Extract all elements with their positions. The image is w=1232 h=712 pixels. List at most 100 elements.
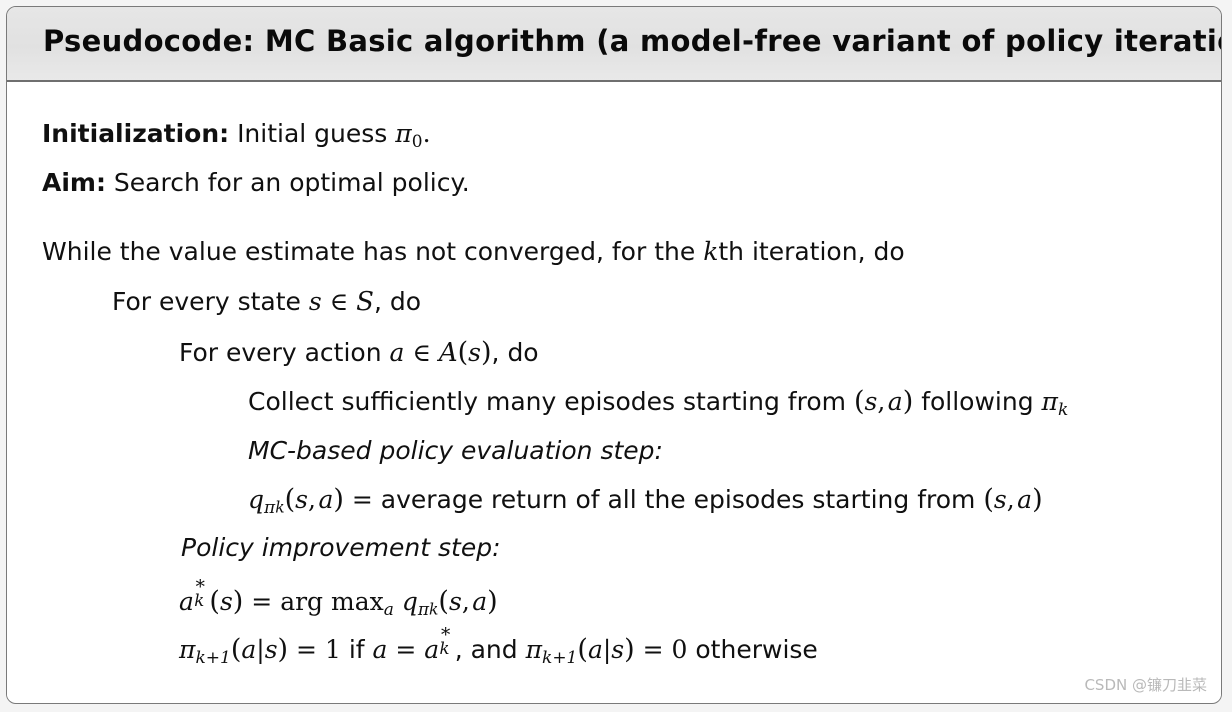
for-action-a-symbol: a	[389, 338, 405, 367]
astar-q-pi-subscript: π	[417, 599, 430, 620]
pi-next-if-keyword: if	[348, 635, 365, 664]
line-mc-eval-step: MC-based policy evaluation step:	[248, 438, 663, 463]
collect-prefix: Collect sufficiently many episodes start…	[248, 387, 846, 416]
pseudocode-body: Initialization: Initial guess π0. Aim: S…	[7, 82, 1221, 701]
astar-arg-s: s	[219, 587, 233, 616]
astar-q-arg-comma: ,	[461, 587, 470, 616]
collect-pair-s: s	[864, 387, 878, 416]
line-aim: Aim: Search for an optimal policy.	[42, 170, 470, 195]
pi-next-if-astar-a: a	[424, 635, 440, 664]
collect-suffix: following	[921, 387, 1034, 416]
pi-next2-subscript: k+1	[542, 647, 578, 668]
astar-equals-sign: =	[251, 587, 273, 616]
pi-next-paren-close: )	[277, 634, 289, 665]
pi-next2-paren-close: )	[624, 634, 635, 665]
collect-pair-a: a	[887, 387, 903, 416]
line-while: While the value estimate has not converg…	[42, 239, 905, 264]
pi-next-symbol: π	[179, 635, 196, 664]
initialization-period: .	[422, 119, 431, 148]
astar-argmax-subscript: a	[383, 599, 394, 620]
watermark: CSDN @镰刀韭菜	[1084, 676, 1207, 694]
pseudocode-header: Pseudocode: MC Basic algorithm (a model-…	[7, 7, 1221, 82]
astar-paren-open: (	[209, 586, 220, 617]
pi-next2-paren-open: (	[577, 634, 588, 665]
line-collect-episodes: Collect sufficiently many episodes start…	[248, 388, 1068, 419]
pi-next-if-astar-group: ∗ k	[439, 622, 455, 658]
astar-paren-close: )	[232, 586, 244, 617]
pi-next2-value-zero: 0	[671, 635, 688, 664]
astar-q-pi-subscript-k: k	[429, 600, 439, 619]
for-action-paren-close: )	[481, 337, 492, 368]
pi-next-paren-open: (	[230, 634, 242, 665]
for-action-element-of-icon: ∈	[412, 338, 431, 367]
aim-text: Search for an optimal policy.	[113, 168, 470, 197]
pseudocode-box: Pseudocode: MC Basic algorithm (a model-…	[6, 6, 1222, 704]
astar-q-arg-s: s	[448, 587, 462, 616]
pi-next-equals-sign: =	[296, 635, 317, 664]
astar-q-paren-close: )	[487, 586, 498, 617]
while-k-symbol: k	[703, 237, 719, 266]
q-equals-sign: =	[351, 485, 373, 514]
pi-next-subscript: k+1	[195, 647, 231, 668]
collect-pi-subscript: k	[1057, 399, 1069, 420]
q-pair-paren-close: )	[1032, 484, 1043, 515]
q-pair-paren-open: (	[983, 484, 994, 515]
initialization-pi-symbol: π	[395, 119, 412, 148]
q-arg-comma: ,	[308, 485, 316, 514]
for-state-set-symbol: 𝑆	[356, 287, 374, 317]
collect-pair-paren-open: (	[853, 386, 865, 417]
pi-next-arg-a: a	[241, 635, 257, 664]
q-pi-subscript-k: k	[275, 498, 285, 517]
for-action-set-symbol: 𝐴	[438, 338, 458, 368]
initialization-text: Initial guess	[237, 119, 388, 148]
line-for-every-state: For every state s ∈ 𝑆, do	[112, 289, 421, 315]
pi-next2-arg-s: s	[611, 635, 625, 664]
pi-next-if-a: a	[372, 635, 388, 664]
line-policy-improvement-step: Policy improvement step:	[181, 535, 501, 560]
pi-next-value-one: 1	[324, 635, 341, 664]
for-state-s-symbol: s	[308, 287, 322, 316]
line-astar-formula: a ∗ k (s) = arg maxa qπk(s, a)	[179, 574, 498, 620]
q-pi-subscript: π	[264, 497, 276, 518]
q-args-paren-close: )	[333, 484, 344, 515]
pi-next-arg-s: s	[264, 635, 278, 664]
pi-next2-equals-sign: =	[642, 635, 664, 664]
pi-next2-otherwise-keyword: otherwise	[695, 635, 818, 664]
q-description-text: average return of all the episodes start…	[380, 485, 976, 514]
for-state-suffix: , do	[373, 287, 422, 316]
for-action-suffix: , do	[491, 338, 539, 367]
page-title: Pseudocode: MC Basic algorithm (a model-…	[43, 24, 1222, 58]
initialization-label: Initialization:	[42, 119, 230, 148]
q-symbol: q	[248, 485, 265, 514]
for-state-element-of-icon: ∈	[329, 287, 349, 316]
q-args-paren-open: (	[284, 484, 296, 515]
pi-next2-symbol: π	[525, 635, 543, 664]
for-action-paren-open: (	[457, 337, 469, 368]
collect-pi-symbol: π	[1041, 387, 1058, 416]
initialization-pi-subscript: 0	[411, 131, 423, 152]
astar-sup-sub-group: ∗ k	[194, 574, 210, 611]
collect-pair-comma: ,	[877, 387, 886, 416]
astar-q-symbol: q	[401, 587, 418, 616]
astar-subscript: k	[194, 591, 205, 611]
pi-next-conditional-bar: |	[256, 635, 265, 664]
q-pair-a: a	[1017, 485, 1033, 514]
q-pair-s: s	[993, 485, 1007, 514]
astar-argmax-operator: arg max	[280, 587, 384, 616]
collect-pair-paren-close: )	[902, 386, 914, 417]
astar-a-symbol: a	[179, 587, 194, 616]
pi-next2-arg-a: a	[587, 635, 603, 664]
aim-label: Aim:	[42, 168, 106, 197]
q-pair-comma: ,	[1006, 485, 1015, 514]
astar-q-paren-open: (	[438, 586, 449, 617]
policy-improvement-step-label: Policy improvement step:	[181, 533, 501, 562]
for-action-prefix: For every action	[179, 338, 382, 367]
for-state-prefix: For every state	[112, 287, 301, 316]
while-suffix: th iteration, do	[718, 237, 905, 266]
q-arg-a: a	[318, 485, 334, 514]
line-initialization: Initialization: Initial guess π0.	[42, 121, 431, 151]
line-for-every-action: For every action a ∈ 𝐴(s), do	[179, 339, 539, 366]
q-arg-s: s	[295, 485, 308, 514]
astar-q-arg-a: a	[472, 587, 488, 616]
while-prefix: While the value estimate has not converg…	[42, 237, 696, 266]
